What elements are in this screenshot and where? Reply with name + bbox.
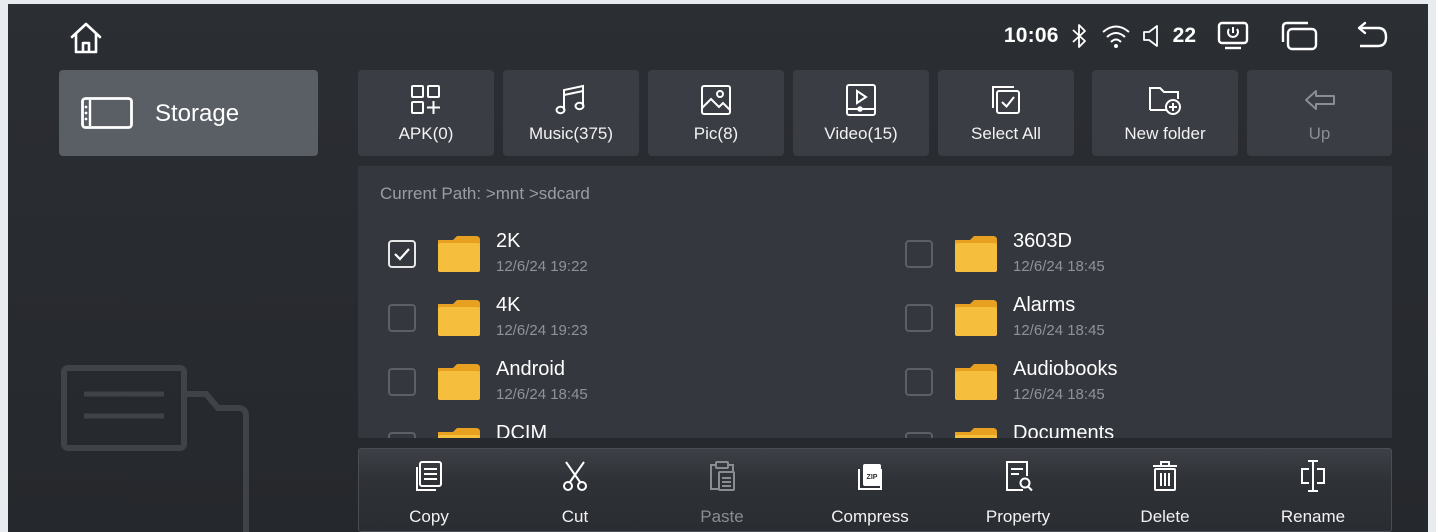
select-all-label: Select All <box>971 124 1041 143</box>
list-item[interactable]: 3603D 12/6/24 18:45 <box>905 230 1392 286</box>
item-checkbox[interactable] <box>905 240 933 268</box>
up-label: Up <box>1308 124 1331 143</box>
rename-button[interactable]: Rename <box>1253 449 1373 532</box>
item-checkbox[interactable] <box>388 432 416 438</box>
select-all-icon <box>988 82 1024 118</box>
pic-label: Pic(8) <box>693 124 739 143</box>
list-item[interactable]: 2K 12/6/24 19:22 <box>388 230 888 286</box>
volume-icon[interactable] <box>1141 22 1163 50</box>
folder-icon <box>955 300 997 336</box>
home-icon[interactable] <box>66 18 106 58</box>
item-name: Android <box>496 358 565 380</box>
svg-text:ZIP: ZIP <box>867 474 878 481</box>
item-checkbox[interactable] <box>905 368 933 396</box>
list-item[interactable]: DCIM <box>388 422 888 438</box>
screen-power-icon[interactable] <box>1216 20 1250 52</box>
item-checkbox[interactable] <box>388 240 416 268</box>
property-icon <box>1001 459 1035 493</box>
copy-label: Copy <box>409 507 449 526</box>
item-checkbox[interactable] <box>388 304 416 332</box>
apk-grid-icon <box>408 82 444 118</box>
back-icon[interactable] <box>1350 20 1390 52</box>
folder-icon <box>438 300 480 336</box>
folder-icon <box>438 236 480 272</box>
list-item[interactable]: Documents <box>905 422 1392 438</box>
current-path: Current Path: >mnt >sdcard <box>380 184 590 203</box>
apk-label: APK(0) <box>398 124 454 143</box>
apk-filter-button[interactable]: APK(0) <box>358 70 494 156</box>
item-date: 12/6/24 18:45 <box>1013 258 1105 275</box>
item-name: 3603D <box>1013 230 1072 252</box>
scissors-icon <box>558 459 592 493</box>
bottom-action-bar: Copy Cut Paste ZIP Compress Property Del… <box>358 448 1392 532</box>
music-label: Music(375) <box>528 124 614 143</box>
storage-drive-icon <box>81 97 133 129</box>
item-name: Documents <box>1013 422 1115 438</box>
file-manager-screen: 10:06 22 Storage APK(0) Music(375) Pic(8… <box>8 4 1428 532</box>
new-folder-button[interactable]: New folder <box>1092 70 1238 156</box>
item-date: 12/6/24 18:45 <box>496 386 588 403</box>
list-item[interactable]: Audiobooks 12/6/24 18:45 <box>905 358 1392 414</box>
item-date: 12/6/24 18:45 <box>1013 322 1105 339</box>
video-filter-button[interactable]: Video(15) <box>793 70 929 156</box>
cut-button[interactable]: Cut <box>515 449 635 532</box>
zip-icon: ZIP <box>853 459 887 493</box>
folder-icon <box>438 364 480 400</box>
select-all-button[interactable]: Select All <box>938 70 1074 156</box>
list-item[interactable]: 4K 12/6/24 19:23 <box>388 294 888 350</box>
status-bar: 10:06 22 <box>1004 16 1390 56</box>
bluetooth-icon <box>1069 22 1091 50</box>
pic-filter-button[interactable]: Pic(8) <box>648 70 784 156</box>
item-name: 2K <box>496 230 521 252</box>
delete-button[interactable]: Delete <box>1105 449 1225 532</box>
copy-button[interactable]: Copy <box>369 449 489 532</box>
music-filter-button[interactable]: Music(375) <box>503 70 639 156</box>
music-note-icon <box>553 82 589 118</box>
item-name: DCIM <box>496 422 548 438</box>
new-folder-icon <box>1147 82 1183 118</box>
folder-watermark-icon <box>56 364 256 532</box>
folder-icon <box>955 428 997 438</box>
picture-icon <box>698 82 734 118</box>
compress-button[interactable]: ZIP Compress <box>810 449 930 532</box>
paste-button[interactable]: Paste <box>662 449 782 532</box>
list-item[interactable]: Alarms 12/6/24 18:45 <box>905 294 1392 350</box>
paste-icon <box>705 459 739 493</box>
item-checkbox[interactable] <box>905 432 933 438</box>
window-icon[interactable] <box>1280 20 1320 52</box>
folder-icon <box>955 364 997 400</box>
compress-label: Compress <box>831 507 909 526</box>
rename-label: Rename <box>1280 507 1346 526</box>
folder-icon <box>438 428 480 438</box>
new-folder-label: New folder <box>1124 124 1206 143</box>
volume-level: 22 <box>1172 24 1196 47</box>
sidebar-item-label: Storage <box>155 100 240 127</box>
copy-icon <box>412 459 446 493</box>
video-play-icon <box>843 82 879 118</box>
item-checkbox[interactable] <box>905 304 933 332</box>
up-button[interactable]: Up <box>1247 70 1392 156</box>
up-arrow-icon <box>1302 82 1338 118</box>
clock: 10:06 <box>1003 24 1059 47</box>
item-date: 12/6/24 18:45 <box>1013 386 1105 403</box>
wifi-icon <box>1101 22 1131 50</box>
item-name: Audiobooks <box>1013 358 1118 380</box>
cut-label: Cut <box>561 507 589 526</box>
item-name: Alarms <box>1013 294 1076 316</box>
sidebar-item-storage[interactable]: Storage <box>59 70 318 156</box>
video-label: Video(15) <box>824 124 898 143</box>
list-item[interactable]: Android 12/6/24 18:45 <box>388 358 888 414</box>
folder-icon <box>955 236 997 272</box>
property-label: Property <box>985 507 1051 526</box>
trash-icon <box>1148 459 1182 493</box>
item-date: 12/6/24 19:23 <box>496 322 588 339</box>
delete-label: Delete <box>1140 507 1190 526</box>
paste-label: Paste <box>700 507 744 526</box>
rename-cursor-icon <box>1296 459 1330 493</box>
file-list-panel[interactable]: Current Path: >mnt >sdcard 2K 12/6/24 19… <box>358 166 1392 438</box>
item-checkbox[interactable] <box>388 368 416 396</box>
item-date: 12/6/24 19:22 <box>496 258 588 275</box>
item-name: 4K <box>496 294 521 316</box>
property-button[interactable]: Property <box>958 449 1078 532</box>
